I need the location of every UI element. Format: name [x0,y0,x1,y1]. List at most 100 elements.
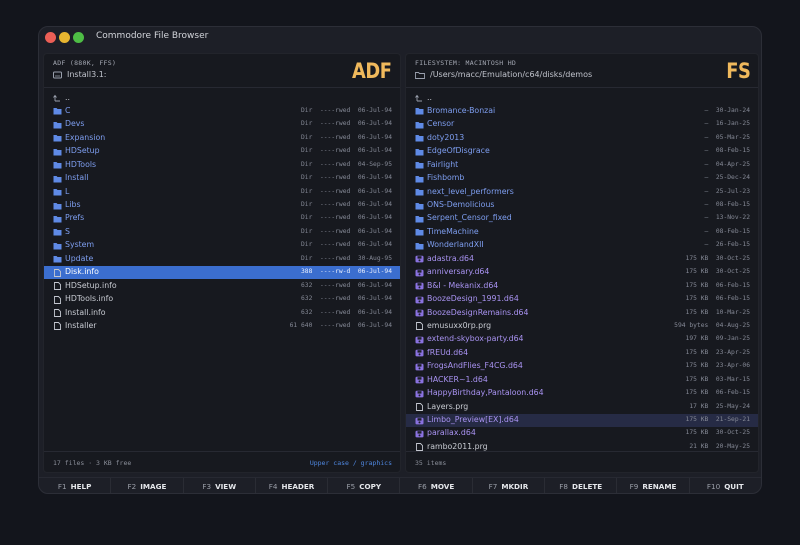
fkey-view-button[interactable]: F3 VIEW [184,478,256,493]
fkey-header-button[interactable]: F4 HEADER [256,478,329,493]
file-name: extend-skybox-party.d64 [427,334,524,344]
title-bar: Commodore File Browser [39,27,761,49]
file-icon [53,268,62,277]
folder-icon [53,121,62,129]
file-meta: — 30-Jan-24 [704,106,751,114]
file-name: FrogsAndFlies_F4CG.d64 [427,361,523,371]
file-row[interactable]: HDTools.info 632 ----rwed 06-Jul-94 [44,293,400,306]
directory-row[interactable]: TimeMachine — 08-Feb-15 [406,225,758,238]
fkey-mkdir-button[interactable]: F7 MKDIR [473,478,546,493]
file-row[interactable]: B&I - Mekanix.d64 175 KB 06-Feb-15 [406,279,758,292]
fkey-image-button[interactable]: F2 IMAGE [111,478,184,493]
directory-row[interactable]: Install Dir ----rwed 06-Jul-94 [44,172,400,185]
parent-dir-row[interactable]: .. [406,91,758,104]
fkey-help-button[interactable]: F1 HELP [39,478,112,493]
disk-image-icon [415,255,424,263]
zoom-button[interactable] [73,32,84,43]
file-row[interactable]: HDSetup.info 632 ----rwed 06-Jul-94 [44,279,400,292]
file-row[interactable]: extend-skybox-party.d64 197 KB 09-Jan-25 [406,333,758,346]
filesystem-pane[interactable]: FILESYSTEM: MACINTOSH HD /Users/macc/Emu… [405,53,759,473]
file-icon [415,322,424,331]
directory-row[interactable]: ONS-Demolicious — 08-Feb-15 [406,199,758,212]
directory-row[interactable]: Serpent_Censor_fixed — 13-Nov-22 [406,212,758,225]
file-meta: — 25-Dec-24 [704,174,751,182]
directory-row[interactable]: Devs Dir ----rwed 06-Jul-94 [44,118,400,131]
minimize-button[interactable] [59,32,70,43]
directory-row[interactable]: HDTools Dir ----rwed 04-Sep-95 [44,158,400,171]
file-row[interactable]: parallax.d64 175 KB 30-Oct-25 [406,427,758,440]
disk-image-icon [415,282,424,290]
fkey-move-button[interactable]: F6 MOVE [400,478,473,493]
folder-icon [53,242,62,250]
file-meta: — 05-Mar-25 [704,133,751,141]
file-name: TimeMachine [427,226,479,236]
directory-row[interactable]: HDSetup Dir ----rwed 06-Jul-94 [44,145,400,158]
pane-badge: FS [725,59,751,83]
file-row[interactable]: Install.info 632 ----rwed 06-Jul-94 [44,306,400,319]
file-row[interactable]: adastra.d64 175 KB 30-Oct-25 [406,252,758,265]
directory-row[interactable]: Update Dir ----rwed 30-Aug-95 [44,252,400,265]
directory-row[interactable]: Fairlight — 04-Apr-25 [406,158,758,171]
directory-row[interactable]: Fishbomb — 25-Dec-24 [406,172,758,185]
directory-row[interactable]: Censor — 16-Jan-25 [406,118,758,131]
file-row[interactable]: BoozeDesignRemains.d64 175 KB 10-Mar-25 [406,306,758,319]
directory-row[interactable]: L Dir ----rwed 06-Jul-94 [44,185,400,198]
file-name: HDSetup.info [65,280,117,290]
directory-row[interactable]: WonderlandXII — 26-Feb-15 [406,239,758,252]
parent-dir-row[interactable]: .. [44,91,400,104]
fkey-quit-button[interactable]: F10 QUIT [690,478,761,493]
file-meta: Dir ----rwed 30-Aug-95 [301,254,392,262]
file-name: BoozeDesignRemains.d64 [427,307,529,317]
fkey-label: MOVE [430,482,455,491]
file-name: Devs [65,119,85,129]
folder-icon [53,202,62,210]
file-row[interactable]: BoozeDesign_1991.d64 175 KB 06-Feb-15 [406,293,758,306]
directory-row[interactable]: C Dir ----rwed 06-Jul-94 [44,104,400,117]
file-row[interactable]: HACKER~1.d64 175 KB 03-Mar-15 [406,373,758,386]
fkey-rename-button[interactable]: F9 RENAME [617,478,690,493]
file-meta: Dir ----rwed 06-Jul-94 [301,147,392,155]
directory-row[interactable]: Expansion Dir ----rwed 06-Jul-94 [44,131,400,144]
directory-row[interactable]: doty2013 — 05-Mar-25 [406,131,758,144]
file-name: Install [65,173,89,183]
file-meta: 175 KB 30-Oct-25 [685,254,750,262]
pane-divider [406,87,758,88]
disk-image-icon [415,363,424,371]
folder-icon [415,188,424,196]
folder-icon [53,228,62,236]
fkey-delete-button[interactable]: F8 DELETE [545,478,618,493]
file-row[interactable]: emusuxx0rp.prg 594 bytes 04-Aug-25 [406,319,758,332]
file-name: Libs [65,200,81,209]
fkey-label: VIEW [215,482,237,491]
file-meta: — 04-Apr-25 [704,160,751,168]
file-row[interactable]: Installer 61 640 ----rwed 06-Jul-94 [44,319,400,332]
fkey-copy-button[interactable]: F5 COPY [328,478,401,493]
file-name: System [65,240,95,250]
file-row[interactable]: Limbo_Preview[EX].d64 175 KB 21-Sep-21 [406,413,758,427]
file-name: Prefs [65,213,85,223]
directory-row[interactable]: Prefs Dir ----rwed 06-Jul-94 [44,212,400,225]
app-window: Commodore File Browser ADF (880K, FFS) I… [38,26,762,494]
disk-image-icon [415,390,424,398]
pane-path: /Users/macc/Emulation/c64/disks/demos [415,70,592,79]
file-row[interactable]: anniversary.d64 175 KB 30-Oct-25 [406,266,758,279]
file-row[interactable]: Layers.prg 17 KB 25-May-24 [406,400,758,413]
file-row[interactable]: HappyBirthday,Pantaloon.d64 175 KB 06-Feb… [406,387,758,400]
case-toggle-link[interactable]: Upper case / graphics [310,459,392,467]
directory-row[interactable]: Libs Dir ----rwed 06-Jul-94 [44,199,400,212]
directory-row[interactable]: next_level_performers — 25-Jul-23 [406,185,758,198]
file-meta: 388 ----rw-d 06-Jul-94 [301,268,392,276]
file-row[interactable]: Disk.info 388 ----rw-d 06-Jul-94 [44,265,400,280]
directory-row[interactable]: S Dir ----rwed 06-Jul-94 [44,225,400,238]
disk-image-icon [415,309,424,317]
directory-row[interactable]: Bromance-Bonzai — 30-Jan-24 [406,104,758,117]
directory-row[interactable]: System Dir ----rwed 06-Jul-94 [44,239,400,252]
file-row[interactable]: FrogsAndFlies_F4CG.d64 175 KB 23-Apr-06 [406,360,758,373]
folder-icon [53,188,62,196]
file-row[interactable]: fREUd.d64 175 KB 23-Apr-25 [406,346,758,359]
file-meta: 175 KB 30-Oct-25 [685,268,750,276]
adf-pane[interactable]: ADF (880K, FFS) Install3.1: ADF .. C Dir -… [43,53,401,473]
directory-row[interactable]: EdgeOfDisgrace — 08-Feb-15 [406,145,758,158]
file-meta: — 08-Feb-15 [704,227,751,235]
close-button[interactable] [45,32,56,43]
